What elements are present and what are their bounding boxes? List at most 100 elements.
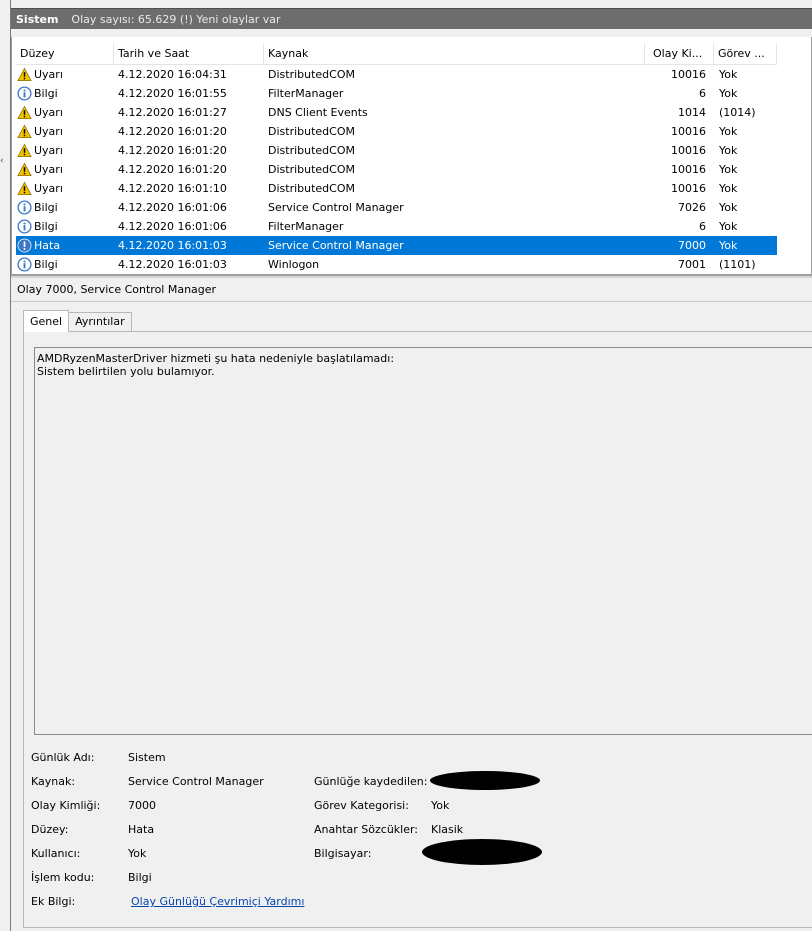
warning-icon — [17, 105, 32, 120]
log-header-bar: Sistem Olay sayısı: 65.629 (!) Yeni olay… — [11, 8, 812, 29]
event-task-cell: Yok — [719, 144, 738, 157]
table-row[interactable]: Bilgi 4.12.2020 16:01:03 Winlogon 7001 (1101… — [16, 255, 777, 274]
table-row[interactable]: Hata 4.12.2020 16:01:03 Service Control Ma… — [16, 236, 777, 255]
event-level-text: Bilgi — [34, 258, 58, 271]
keywords-label: Anahtar Sözcükler: — [314, 823, 419, 836]
event-level-text: Uyarı — [34, 125, 63, 138]
computer-label: Bilgisayar: — [314, 847, 372, 860]
event-id-cell: 7026 — [678, 201, 706, 214]
log-name: Sistem — [16, 12, 59, 26]
event-list[interactable]: Düzey Tarih ve Saat Kaynak Olay Ki... Gö… — [11, 37, 812, 275]
event-source-cell: FilterManager — [268, 220, 344, 233]
event-task-cell: Yok — [719, 163, 738, 176]
table-row[interactable]: Bilgi 4.12.2020 16:01:06 FilterManager 6 Yok — [16, 217, 777, 236]
column-header-task[interactable]: Görev ... — [714, 42, 777, 65]
event-id-value: 7000 — [128, 799, 156, 812]
event-id-cell: 10016 — [671, 163, 706, 176]
event-id-label: Olay Kimliği: — [31, 799, 101, 812]
event-viewer-pane: Sistem Olay sayısı: 65.629 (!) Yeni olay… — [11, 8, 812, 931]
event-task-cell: Yok — [719, 220, 738, 233]
event-task-cell: Yok — [719, 182, 738, 195]
warning-icon — [17, 124, 32, 139]
event-list-header: Düzey Tarih ve Saat Kaynak Olay Ki... Gö… — [16, 42, 777, 65]
column-header-event-id[interactable]: Olay Ki... — [645, 42, 714, 65]
online-help-link[interactable]: Olay Günlüğü Çevrimiçi Yardımı — [131, 895, 304, 908]
log-name-label: Günlük Adı: — [31, 751, 95, 764]
event-task-cell: Yok — [719, 239, 738, 252]
event-rows: Uyarı 4.12.2020 16:04:31 DistributedCOM 100… — [16, 65, 777, 274]
redacted-computer-value — [422, 839, 542, 865]
more-info-label: Ek Bilgi: — [31, 895, 76, 908]
table-row[interactable]: Uyarı 4.12.2020 16:04:31 DistributedCOM 100… — [16, 65, 777, 84]
event-level-cell: Uyarı — [16, 160, 114, 179]
event-level-cell: Uyarı — [16, 65, 114, 84]
table-row[interactable]: Bilgi 4.12.2020 16:01:55 FilterManager 6 Yok — [16, 84, 777, 103]
event-id-cell: 7001 — [678, 258, 706, 271]
event-id-cell: 7000 — [678, 239, 706, 252]
event-task-cell: (1101) — [719, 258, 756, 271]
info-icon — [17, 219, 32, 234]
table-row[interactable]: Uyarı 4.12.2020 16:01:27 DNS Client Events… — [16, 103, 777, 122]
column-header-datetime[interactable]: Tarih ve Saat — [114, 42, 264, 65]
level-value: Hata — [128, 823, 155, 836]
log-name-value: Sistem — [128, 751, 166, 764]
opcode-value: Bilgi — [128, 871, 152, 884]
source-value: Service Control Manager — [128, 775, 264, 788]
event-datetime-cell: 4.12.2020 16:01:06 — [118, 201, 227, 214]
event-level-cell: Bilgi — [16, 84, 114, 103]
event-source-cell: Winlogon — [268, 258, 320, 271]
tab-general[interactable]: Genel — [23, 310, 70, 332]
table-row[interactable]: Uyarı 4.12.2020 16:01:20 DistributedCOM 100… — [16, 141, 777, 160]
warning-icon — [17, 162, 32, 177]
window-left-edge: ‹ — [0, 0, 11, 931]
event-datetime-cell: 4.12.2020 16:01:20 — [118, 144, 227, 157]
error-icon — [17, 238, 32, 253]
event-datetime-cell: 4.12.2020 16:01:10 — [118, 182, 227, 195]
table-row[interactable]: Uyarı 4.12.2020 16:01:20 DistributedCOM 100… — [16, 160, 777, 179]
event-level-cell: Bilgi — [16, 198, 114, 217]
event-source-cell: FilterManager — [268, 87, 344, 100]
event-datetime-cell: 4.12.2020 16:01:20 — [118, 163, 227, 176]
info-icon — [17, 257, 32, 272]
tab-details[interactable]: Ayrıntılar — [68, 312, 132, 332]
event-level-text: Uyarı — [34, 144, 63, 157]
event-task-cell: Yok — [719, 125, 738, 138]
event-id-cell: 6 — [699, 87, 706, 100]
event-level-cell: Bilgi — [16, 217, 114, 236]
event-id-cell: 1014 — [678, 106, 706, 119]
table-row[interactable]: Uyarı 4.12.2020 16:01:10 DistributedCOM 100… — [16, 179, 777, 198]
event-count-summary: Olay sayısı: 65.629 (!) Yeni olaylar var — [71, 12, 281, 26]
event-level-text: Uyarı — [34, 182, 63, 195]
event-source-cell: DistributedCOM — [268, 163, 355, 176]
redacted-logged-value — [430, 771, 540, 790]
event-source-cell: DistributedCOM — [268, 68, 355, 81]
detail-tabs: Genel Ayrıntılar — [23, 310, 132, 332]
column-header-source[interactable]: Kaynak — [264, 42, 645, 65]
column-header-level[interactable]: Düzey — [16, 42, 114, 65]
user-label: Kullanıcı: — [31, 847, 81, 860]
event-level-text: Uyarı — [34, 68, 63, 81]
warning-icon — [17, 143, 32, 158]
event-level-text: Bilgi — [34, 87, 58, 100]
warning-icon — [17, 67, 32, 82]
event-properties: Günlük Adı: Sistem Kaynak: Service Contr… — [24, 747, 812, 927]
event-datetime-cell: 4.12.2020 16:01:06 — [118, 220, 227, 233]
task-category-label: Görev Kategorisi: — [314, 799, 409, 812]
event-datetime-cell: 4.12.2020 16:01:03 — [118, 239, 227, 252]
event-level-text: Uyarı — [34, 106, 63, 119]
source-label: Kaynak: — [31, 775, 76, 788]
description-line-2: Sistem belirtilen yolu bulamıyor. — [37, 365, 215, 378]
event-description-box[interactable]: AMDRyzenMasterDriver hizmeti şu hata ned… — [34, 347, 812, 735]
event-datetime-cell: 4.12.2020 16:01:55 — [118, 87, 227, 100]
event-id-cell: 10016 — [671, 68, 706, 81]
event-task-cell: Yok — [719, 68, 738, 81]
general-tab-panel: AMDRyzenMasterDriver hizmeti şu hata ned… — [23, 331, 812, 928]
event-id-cell: 10016 — [671, 144, 706, 157]
table-row[interactable]: Bilgi 4.12.2020 16:01:06 Service Control M… — [16, 198, 777, 217]
table-row[interactable]: Uyarı 4.12.2020 16:01:20 DistributedCOM 100… — [16, 122, 777, 141]
event-datetime-cell: 4.12.2020 16:01:20 — [118, 125, 227, 138]
event-source-cell: Service Control Manager — [268, 239, 404, 252]
event-level-cell: Hata — [16, 236, 114, 255]
event-level-text: Hata — [34, 239, 61, 252]
event-level-cell: Uyarı — [16, 122, 114, 141]
